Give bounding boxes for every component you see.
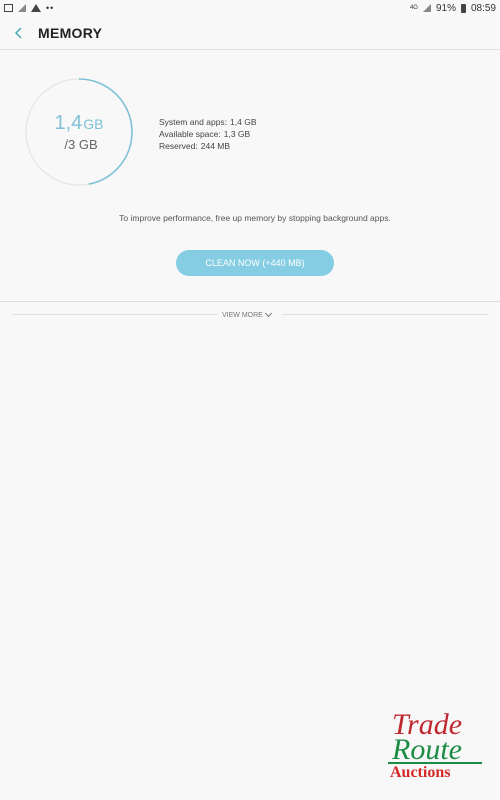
detail-value: 1,3 GB	[223, 129, 251, 139]
clock: 08:59	[470, 2, 496, 14]
warning-icon	[31, 4, 41, 12]
detail-value: 244 MB	[200, 141, 231, 151]
detail-value: 1,4 GB	[230, 117, 257, 127]
more-notifications-icon: ••	[46, 3, 55, 13]
signal-notification-icon	[18, 4, 26, 12]
network-type: 4G	[409, 5, 418, 11]
detail-reserved: Reserved: 244 MB	[159, 140, 257, 152]
status-left: ••	[4, 3, 55, 13]
watermark-line3: Auctions	[390, 764, 451, 781]
memory-used-value: 1,4	[54, 112, 83, 134]
watermark-line2: Route	[392, 733, 462, 766]
view-more-rule-right	[282, 314, 488, 315]
detail-label: System and apps:	[159, 117, 228, 127]
detail-available-space: Available space: 1,3 GB	[159, 128, 257, 140]
view-more-label: VIEW MORE	[222, 311, 263, 319]
status-bar: •• 4G 91% 08:59	[0, 0, 500, 16]
battery-percent: 91%	[435, 2, 456, 14]
section-divider	[0, 301, 500, 302]
page-title: MEMORY	[38, 25, 103, 41]
battery-icon	[460, 3, 466, 13]
detail-label: Available space:	[159, 129, 221, 139]
app-bar: MEMORY	[0, 16, 500, 50]
detail-label: Reserved:	[159, 141, 198, 151]
memory-used-unit: GB	[83, 116, 104, 132]
view-more-rule-left	[12, 314, 218, 315]
performance-hint: To improve performance, free up memory b…	[119, 213, 391, 223]
memory-usage-label: 1,4GB /3 GB	[25, 78, 133, 186]
memory-details: System and apps: 1,4 GB Available space:…	[159, 116, 257, 152]
memory-used: 1,4GB	[54, 112, 103, 135]
chevron-down-icon	[264, 309, 272, 318]
back-arrow-icon	[14, 27, 22, 39]
view-more-toggle[interactable]: VIEW MORE	[222, 309, 272, 321]
back-button[interactable]	[10, 24, 28, 42]
gallery-notification-icon	[4, 4, 13, 12]
header-divider	[0, 49, 500, 50]
status-right: 4G 91% 08:59	[410, 3, 496, 14]
detail-system-apps: System and apps: 1,4 GB	[159, 116, 257, 128]
watermark-logo: Trade Route Auctions	[386, 710, 486, 781]
clean-now-button[interactable]: CLEAN NOW (+440 MB)	[176, 250, 334, 276]
cell-signal-icon	[422, 4, 431, 12]
memory-total: /3 GB	[64, 137, 98, 152]
